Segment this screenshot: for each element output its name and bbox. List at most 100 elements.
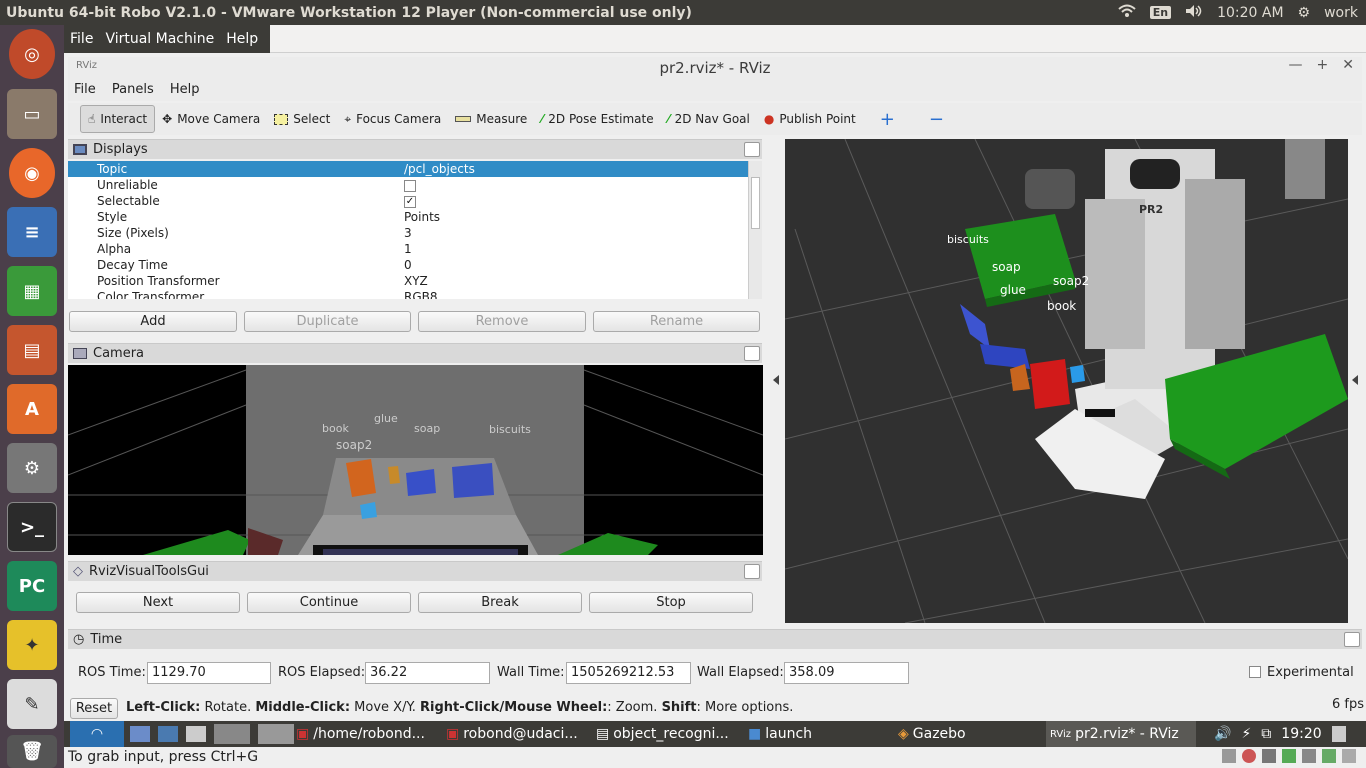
continue-button[interactable]: Continue (247, 592, 411, 613)
prop-value[interactable]: 1 (402, 241, 748, 257)
next-button[interactable]: Next (76, 592, 240, 613)
tool-select[interactable]: Select (267, 105, 337, 133)
hdd-icon[interactable] (1222, 749, 1236, 763)
prop-value[interactable]: 0 (402, 257, 748, 273)
tool-interact[interactable]: ☝ Interact (80, 105, 156, 133)
blank-task-icon[interactable] (258, 724, 294, 744)
menu-logo-icon[interactable]: ◠ (70, 721, 124, 747)
firefox-icon[interactable]: ◉ (9, 148, 55, 198)
guest-clock[interactable]: 19:20 (1281, 726, 1321, 742)
rviz-menu-file[interactable]: File (68, 79, 102, 100)
collapse-left-arrow-icon[interactable] (773, 375, 779, 385)
network-icon[interactable]: ⧉ (1261, 726, 1271, 742)
prop-value[interactable]: /pcl_objects (402, 161, 748, 177)
tool-focus-camera[interactable]: ⌖ Focus Camera (337, 105, 448, 133)
volume-icon[interactable] (1185, 4, 1203, 22)
ros-time-field[interactable]: 1129.70 (147, 662, 271, 684)
stop-button[interactable]: Stop (589, 592, 753, 613)
time-float-checkbox[interactable] (1344, 632, 1360, 647)
prop-value[interactable]: RGB8 (402, 289, 748, 299)
wall-elapsed-field[interactable]: 358.09 (784, 662, 909, 684)
experimental-checkbox[interactable] (1249, 666, 1261, 678)
camera-float-checkbox[interactable] (744, 346, 760, 361)
scrollbar-thumb[interactable] (751, 177, 760, 229)
window-icon[interactable] (186, 726, 206, 742)
vm-menu-virtual-machine[interactable]: Virtual Machine (99, 27, 220, 51)
add-button[interactable]: Add (69, 311, 237, 332)
vm-menu-file[interactable]: File (64, 27, 99, 51)
printer-icon[interactable] (1302, 749, 1316, 763)
table-row[interactable]: Position Transformer XYZ (68, 273, 748, 289)
selectable-checkbox[interactable]: ✓ (404, 195, 416, 208)
pycharm-icon[interactable]: PC (7, 561, 57, 611)
table-row[interactable]: Decay Time 0 (68, 257, 748, 273)
tool-measure[interactable]: Measure (448, 105, 534, 133)
system-settings-icon[interactable]: ⚙ (7, 443, 57, 493)
table-row[interactable]: Topic/pcl_objects (68, 161, 748, 177)
displays-scrollbar[interactable] (748, 161, 762, 299)
maximize-icon[interactable]: + (1317, 57, 1329, 73)
pictures-icon[interactable] (158, 726, 178, 742)
vm-menu-help[interactable]: Help (220, 27, 264, 51)
tool-2d-pose-estimate[interactable]: ⁄ 2D Pose Estimate (534, 105, 660, 133)
table-row[interactable]: Size (Pixels) 3 (68, 225, 748, 241)
host-user[interactable]: work (1324, 5, 1358, 21)
files-icon[interactable]: ▭ (7, 89, 57, 139)
3d-render-view[interactable]: biscuits soap soap2 glue book PR2 (785, 139, 1348, 623)
add-tool-icon[interactable]: + (873, 105, 902, 133)
task-gazebo[interactable]: ◈ Gazebo (898, 721, 966, 747)
host-clock[interactable]: 10:20 AM (1217, 5, 1283, 21)
remove-button[interactable]: Remove (418, 311, 586, 332)
package-icon[interactable]: ✦ (7, 620, 57, 670)
trash-icon[interactable]: 🗑 (7, 735, 57, 768)
table-row[interactable]: Color Transformer RGB8 (68, 289, 748, 299)
task-rviz[interactable]: RViz pr2.rviz* - RViz (1046, 721, 1196, 747)
prop-value[interactable]: XYZ (402, 273, 748, 289)
impress-icon[interactable]: ▤ (7, 325, 57, 375)
usb-icon[interactable] (1262, 749, 1276, 763)
power-icon[interactable]: ⚡ (1241, 726, 1251, 742)
collapse-right-arrow-icon[interactable] (1352, 375, 1358, 385)
prop-value[interactable]: Points (402, 209, 748, 225)
table-row[interactable]: Selectable ✓ (68, 193, 748, 209)
rviz-menu-panels[interactable]: Panels (106, 79, 160, 100)
unreliable-checkbox[interactable] (404, 179, 416, 192)
task-object-recognition[interactable]: ▤ object_recogni... (596, 721, 729, 747)
wall-time-field[interactable]: 1505269212.53 (566, 662, 691, 684)
volume-icon[interactable]: 🔊 (1214, 726, 1231, 742)
task-launch-folder[interactable]: ■ launch (748, 721, 812, 747)
display-icon[interactable] (1342, 749, 1356, 763)
table-row[interactable]: Style Points (68, 209, 748, 225)
keyboard-layout-indicator[interactable]: En (1149, 6, 1172, 19)
tool-2d-nav-goal[interactable]: ⁄ 2D Nav Goal (661, 105, 757, 133)
visual-tools-float-checkbox[interactable] (744, 564, 760, 579)
writer-icon[interactable]: ≡ (7, 207, 57, 257)
tray-box-icon[interactable] (1331, 726, 1346, 742)
tool-move-camera[interactable]: ✥ Move Camera (155, 105, 267, 133)
reset-button[interactable]: Reset (70, 698, 118, 719)
break-button[interactable]: Break (418, 592, 582, 613)
text-editor-icon[interactable]: ✎ (7, 679, 57, 729)
folder-icon[interactable] (130, 726, 150, 742)
remove-tool-icon[interactable]: − (922, 105, 951, 133)
camera-view[interactable]: book glue soap biscuits soap2 (68, 365, 763, 555)
calc-icon[interactable]: ▦ (7, 266, 57, 316)
wifi-icon[interactable] (1118, 4, 1136, 22)
rename-button[interactable]: Rename (593, 311, 760, 332)
close-icon[interactable]: ✕ (1342, 57, 1354, 73)
settings-gear-icon[interactable]: ⚙ (1298, 5, 1311, 21)
net-adapter-icon[interactable] (1282, 749, 1296, 763)
table-row[interactable]: Unreliable (68, 177, 748, 193)
task-robond-terminal[interactable]: ▣ robond@udaci... (446, 721, 578, 747)
sound-card-icon[interactable] (1322, 749, 1336, 763)
cdrom-icon[interactable] (1242, 749, 1256, 763)
task-home-robond[interactable]: ▣/home/robond... (296, 721, 425, 747)
tool-publish-point[interactable]: ● Publish Point (757, 105, 863, 133)
ubuntu-logo-icon[interactable]: ◎ (9, 29, 55, 79)
displays-float-checkbox[interactable] (744, 142, 760, 157)
prop-value[interactable]: 3 (402, 225, 748, 241)
table-row[interactable]: Alpha 1 (68, 241, 748, 257)
rviz-menu-help[interactable]: Help (164, 79, 206, 100)
software-center-icon[interactable]: A (7, 384, 57, 434)
terminal-icon[interactable]: >_ (7, 502, 57, 552)
